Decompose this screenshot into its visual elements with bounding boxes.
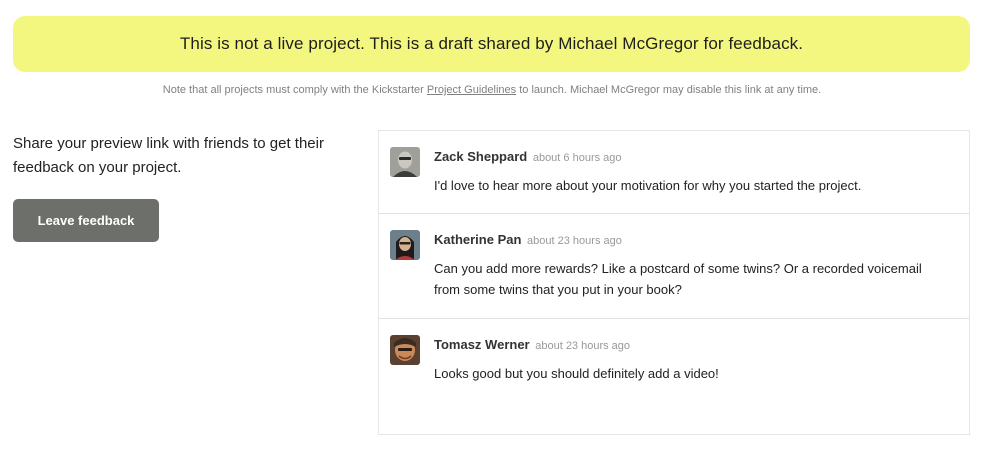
comment-text: Looks good but you should definitely add… [434, 366, 719, 381]
guidelines-note-prefix: Note that all projects must comply with … [162, 84, 427, 96]
guidelines-note-suffix: to launch. Michael McGregor may disable … [516, 84, 822, 96]
feedback-preview-page: This is not a live project. This is a dr… [0, 0, 984, 452]
comment-author[interactable]: Zack Sheppard [434, 149, 527, 164]
draft-notice-banner: This is not a live project. This is a dr… [13, 16, 970, 72]
comment-item: Katherine Pan about 23 hours ago Can you… [379, 214, 969, 319]
leave-feedback-button[interactable]: Leave feedback [13, 199, 159, 242]
comment-author[interactable]: Tomasz Werner [434, 337, 530, 352]
comment-timestamp: about 6 hours ago [532, 152, 622, 164]
comment-text: Can you add more rewards? Like a postcar… [434, 261, 922, 297]
comments-panel: Zack Sheppard about 6 hours ago I'd love… [378, 130, 970, 435]
comment-item: Zack Sheppard about 6 hours ago I'd love… [379, 131, 969, 214]
comment-item: Tomasz Werner about 23 hours ago Looks g… [379, 319, 969, 434]
comment-author[interactable]: Katherine Pan [434, 232, 521, 247]
avatar[interactable] [390, 230, 420, 260]
draft-notice-text: This is not a live project. This is a dr… [179, 34, 804, 53]
avatar[interactable] [390, 147, 420, 177]
comment-text: I'd love to hear more about your motivat… [434, 178, 862, 193]
avatar[interactable] [390, 335, 420, 365]
project-guidelines-link[interactable]: Project Guidelines [427, 84, 516, 96]
comment-timestamp: about 23 hours ago [535, 340, 631, 352]
guidelines-note: Note that all projects must comply with … [0, 84, 984, 96]
comment-timestamp: about 23 hours ago [527, 235, 622, 247]
share-instructions: Share your preview link with friends to … [13, 135, 324, 176]
